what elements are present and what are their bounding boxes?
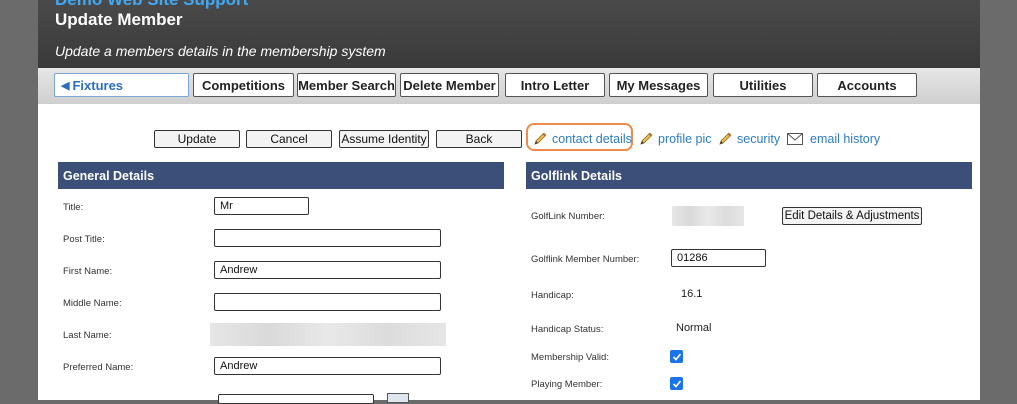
post-title-label: Post Title: [63, 234, 105, 245]
middle-name-label: Middle Name: [63, 298, 122, 309]
security-label: security [737, 132, 781, 146]
checkmark-icon [672, 379, 681, 388]
cancel-button[interactable]: Cancel [246, 130, 332, 148]
golflink-member-number-input[interactable]: 01286 [671, 249, 766, 267]
golflink-details-header: Golflink Details [526, 162, 972, 189]
page: Demo Web Site Support Update Member Upda… [38, 0, 980, 404]
profile-pic-link[interactable]: profile pic [638, 130, 712, 148]
playing-member-label: Playing Member: [531, 379, 603, 390]
handicap-status-value: Normal [676, 322, 712, 334]
site-title: Demo Web Site Support [55, 0, 248, 10]
handicap-value: 16.1 [681, 288, 703, 300]
nav-accounts[interactable]: Accounts [817, 73, 917, 97]
post-title-input[interactable] [214, 229, 441, 247]
calendar-icon[interactable] [387, 393, 409, 403]
nav-my-messages[interactable]: My Messages [609, 73, 708, 97]
nav-bar: ◀ Fixtures Competitions Member Search De… [38, 68, 980, 104]
handicap-label: Handicap: [531, 290, 574, 301]
golflink-number-redacted [672, 206, 744, 226]
update-button[interactable]: Update [154, 130, 240, 148]
title-label: Title: [63, 202, 84, 213]
page-title: Update Member [55, 10, 183, 29]
pencil-icon [719, 132, 732, 145]
golflink-member-number-label: Golflink Member Number: [531, 254, 640, 265]
triangle-left-icon: ◀ [61, 79, 70, 92]
back-button[interactable]: Back [436, 130, 522, 148]
handicap-status-label: Handicap Status: [531, 324, 604, 335]
nav-utilities[interactable]: Utilities [713, 73, 813, 97]
membership-valid-label: Membership Valid: [531, 352, 609, 363]
last-name-label: Last Name: [63, 330, 112, 341]
last-name-redacted[interactable] [210, 323, 446, 346]
date-input[interactable] [218, 394, 374, 404]
checkmark-icon [672, 352, 681, 361]
playing-member-checkbox[interactable] [670, 377, 683, 390]
email-history-label: email history [810, 132, 881, 146]
nav-member-search[interactable]: Member Search [297, 73, 396, 97]
page-header: Demo Web Site Support Update Member Upda… [38, 0, 980, 68]
edit-details-button[interactable]: Edit Details & Adjustments [782, 207, 922, 225]
first-name-label: First Name: [63, 266, 113, 277]
nav-fixtures[interactable]: ◀ Fixtures [54, 73, 189, 97]
contact-details-link[interactable]: contact details [532, 130, 632, 148]
pencil-icon [534, 132, 547, 145]
preferred-name-label: Preferred Name: [63, 362, 134, 373]
golflink-number-label: GolfLink Number: [531, 211, 605, 222]
nav-competitions[interactable]: Competitions [193, 73, 294, 97]
envelope-icon [787, 132, 803, 145]
title-input[interactable]: Mr [214, 197, 309, 215]
nav-delete-member[interactable]: Delete Member [400, 73, 499, 97]
membership-valid-checkbox[interactable] [670, 350, 683, 363]
first-name-input[interactable]: Andrew [214, 261, 441, 279]
assume-identity-button[interactable]: Assume Identity [339, 130, 429, 148]
email-history-link[interactable]: email history [787, 130, 880, 148]
general-details-header: General Details [58, 162, 504, 189]
profile-pic-label: profile pic [658, 132, 712, 146]
nav-intro-letter[interactable]: Intro Letter [505, 73, 605, 97]
middle-name-input[interactable] [214, 293, 441, 311]
page-subtitle: Update a members details in the membersh… [55, 43, 386, 59]
pencil-icon [640, 132, 653, 145]
contact-details-label: contact details [552, 132, 632, 146]
security-link[interactable]: security [717, 130, 780, 148]
preferred-name-input[interactable]: Andrew [214, 357, 441, 375]
nav-fixtures-label: Fixtures [72, 77, 124, 93]
